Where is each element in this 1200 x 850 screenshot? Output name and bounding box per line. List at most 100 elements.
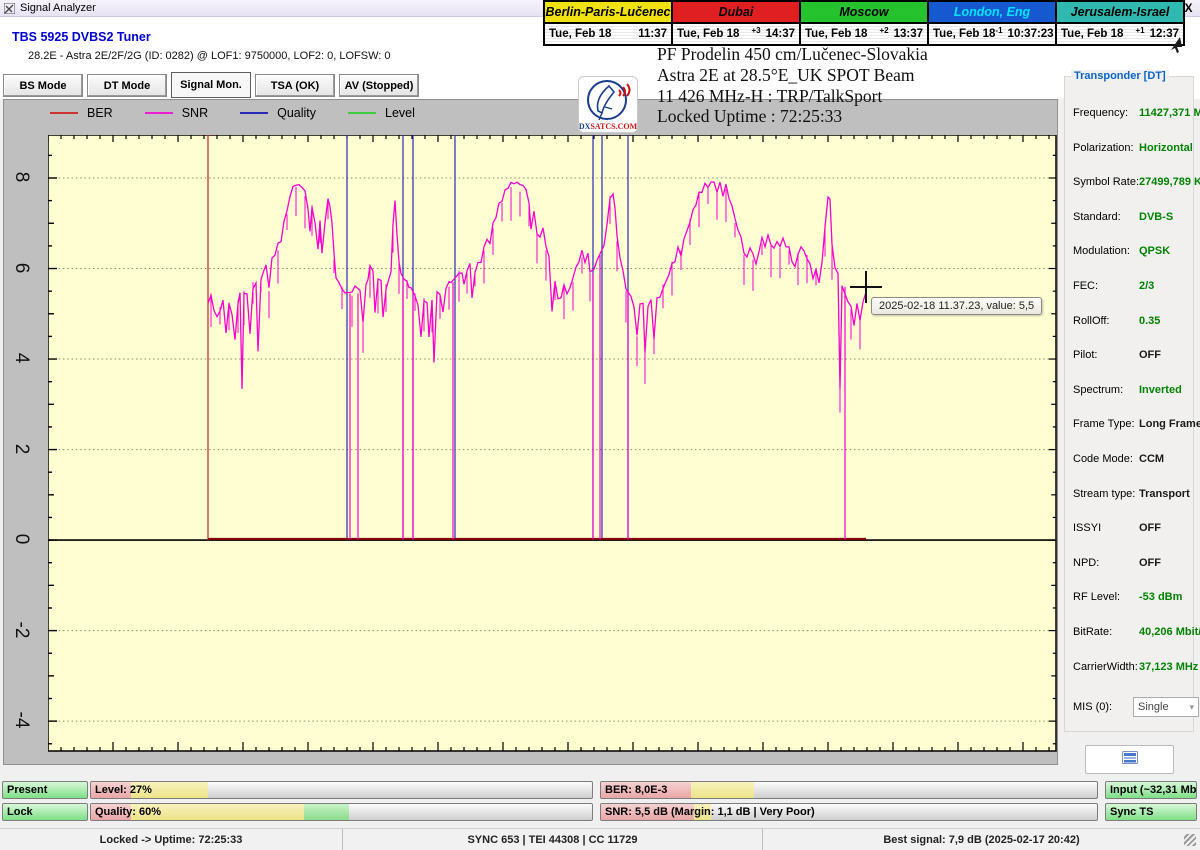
mode-tabs: BS ModeDT ModeSignal Mon.TSA (OK)AV (Sto… xyxy=(3,74,419,98)
field-label: Frequency: xyxy=(1073,107,1128,119)
legend-item-quality: Quality xyxy=(240,106,316,120)
clock-time-row: Tue, Feb 18+213:37 xyxy=(801,24,927,44)
resize-grip-icon[interactable] xyxy=(1184,834,1196,846)
field-value: Inverted xyxy=(1139,384,1182,396)
y-axis-tick-label: 2 xyxy=(10,434,32,464)
transponder-row-fec-: FEC: 2/3 xyxy=(1073,280,1189,293)
field-label: FEC: xyxy=(1073,280,1098,292)
present-indicator: Present xyxy=(2,781,88,799)
tab-bs-mode[interactable]: BS Mode xyxy=(3,74,83,97)
field-label: Pilot: xyxy=(1073,349,1097,361)
field-value: DVB-S xyxy=(1139,211,1173,223)
legend-swatch xyxy=(145,112,173,114)
level-bar: Level: 27% xyxy=(90,781,593,799)
field-label: Stream type: xyxy=(1073,488,1135,500)
field-value: OFF xyxy=(1139,557,1161,569)
field-label: RollOff: xyxy=(1073,315,1109,327)
clock-time-row: Tue, Feb 18+112:37 xyxy=(1057,24,1183,44)
quality-bar: Quality: 60% xyxy=(90,803,593,821)
stream-list-button[interactable] xyxy=(1085,745,1174,774)
clock-time-row: Tue, Feb 1811:37 xyxy=(545,24,671,44)
lock-indicator: Lock xyxy=(2,803,88,821)
tuner-subtitle: 28.2E - Astra 2E/2F/2G (ID: 0282) @ LOF1… xyxy=(28,50,391,62)
clock-utc-offset: +2 xyxy=(879,26,888,35)
signal-chart-panel: BERSNRQualityLevel 86420-2-4 xyxy=(3,99,1058,765)
clock-date: Tue, Feb 18 xyxy=(933,28,995,40)
transponder-panel: Transponder [DT] Frequency:11427,371 MHz… xyxy=(1064,76,1194,732)
transponder-row-bitrate-: BitRate:40,206 Mbit/s xyxy=(1073,626,1189,639)
status-bar: Locked -> Uptime: 72:25:33SYNC 653 | TEI… xyxy=(0,828,1200,850)
field-label: BitRate: xyxy=(1073,626,1112,638)
clock-dubai: Dubai Tue, Feb 18 +3 14:37 xyxy=(671,2,799,44)
y-axis-tick-label: -2 xyxy=(10,615,32,645)
transponder-row-stream-type-: Stream type:Transport xyxy=(1073,488,1189,501)
bar-label: BER: 8,0E-3 xyxy=(605,784,667,796)
transponder-row-issyi: ISSYIOFF xyxy=(1073,522,1189,535)
field-value: 40,206 Mbit/s xyxy=(1139,626,1200,638)
legend-label: SNR xyxy=(182,106,208,120)
clock-date: Tue, Feb 18 xyxy=(1061,28,1123,40)
field-label: NPD: xyxy=(1073,557,1099,569)
tab-signal-mon-[interactable]: Signal Mon. xyxy=(171,72,251,98)
clock-date: Tue, Feb 18 xyxy=(677,28,739,40)
legend-item-level: Level xyxy=(348,106,415,120)
clock-time-row: Tue, Feb 18 +3 14:37 xyxy=(673,24,799,44)
clock-jerusalem-israel: Jerusalem-IsraelTue, Feb 18+112:37 xyxy=(1055,2,1183,44)
mis-row: MIS (0): Single ▾ xyxy=(1073,701,1189,714)
field-label: Modulation: xyxy=(1073,245,1130,257)
close-icon[interactable]: X xyxy=(1181,1,1196,15)
transponder-row-pilot-: Pilot: OFF xyxy=(1073,349,1189,362)
field-label: Frame Type: xyxy=(1073,418,1135,430)
field-value: 0.35 xyxy=(1139,315,1160,327)
transponder-row-standard-: Standard:DVB-S xyxy=(1073,211,1189,224)
tuner-title: TBS 5925 DVBS2 Tuner xyxy=(12,30,151,44)
field-label: CarrierWidth: xyxy=(1073,661,1138,673)
transponder-row-carrierwidth-: CarrierWidth:37,123 MHz xyxy=(1073,661,1189,674)
field-label: RF Level: xyxy=(1073,591,1120,603)
tab-dt-mode[interactable]: DT Mode xyxy=(87,74,167,97)
clock-city-label: Dubai xyxy=(673,2,799,24)
clock-utc-offset: +3 xyxy=(751,26,760,35)
field-label: ISSYI xyxy=(1073,522,1101,534)
app-icon xyxy=(4,3,15,14)
legend-swatch xyxy=(348,112,376,114)
annotation-caption: PF Prodelin 450 cm/Lučenec-Slovakia Astr… xyxy=(657,44,928,127)
clock-city-label: London, Eng xyxy=(929,2,1055,24)
dxsatcs-logo: DXSATCS.COM xyxy=(578,76,638,138)
legend-item-ber: BER xyxy=(50,106,113,120)
mis-dropdown[interactable]: Single ▾ xyxy=(1133,697,1199,717)
transponder-row-modulation-: Modulation:QPSK xyxy=(1073,245,1189,258)
world-clocks-widget[interactable]: Berlin-Paris-LučenecTue, Feb 1811:37Duba… xyxy=(543,0,1185,46)
y-axis-tick-label: 0 xyxy=(10,524,32,554)
tab-tsa-ok-[interactable]: TSA (OK) xyxy=(255,74,335,97)
tab-av-stopped-[interactable]: AV (Stopped) xyxy=(339,74,419,97)
clock-time: 11:37 xyxy=(638,28,667,40)
bar-label: Sync TS xyxy=(1110,806,1153,818)
statusbar-section-1: SYNC 653 | TEI 44308 | CC 11729 xyxy=(343,829,763,850)
clock-city-label: Jerusalem-Israel xyxy=(1057,2,1183,24)
legend-label: Quality xyxy=(277,106,316,120)
field-value: OFF xyxy=(1139,349,1161,361)
y-axis-tick-label: 4 xyxy=(10,343,32,373)
snr-bar: SNR: 5,5 dB (Margin: 1,1 dB | Very Poor) xyxy=(600,803,1098,821)
svg-text:DXSATCS.COM: DXSATCS.COM xyxy=(579,122,638,131)
field-value: 2/3 xyxy=(1139,280,1154,292)
field-value: CCM xyxy=(1139,453,1164,465)
transponder-panel-title: Transponder [DT] xyxy=(1071,70,1169,82)
field-label: Code Mode: xyxy=(1073,453,1133,465)
chart-legend: BER SNR Quality Level xyxy=(50,106,415,120)
bar-label: Lock xyxy=(7,806,33,818)
statusbar-section-2: Best signal: 7,9 dB (2025-02-17 20:42) xyxy=(763,829,1200,850)
transponder-row-npd-: NPD: OFF xyxy=(1073,557,1189,570)
field-value: Long Frame xyxy=(1139,418,1200,430)
transponder-row-rolloff-: RollOff: 0.35 xyxy=(1073,315,1189,328)
y-axis-tick-label: 8 xyxy=(10,162,32,192)
clock-time: 14:37 xyxy=(766,28,795,40)
input-indicator: Input (~32,31 Mbps) xyxy=(1105,781,1197,799)
y-axis-tick-label: 6 xyxy=(10,253,32,283)
ber-bar: BER: 8,0E-3 xyxy=(600,781,1098,799)
signal-chart-plot[interactable] xyxy=(48,135,1058,753)
transponder-row-code-mode-: Code Mode: CCM xyxy=(1073,453,1189,466)
transponder-row-rf-level-: RF Level:-53 dBm xyxy=(1073,591,1189,604)
stream-list-icon xyxy=(1122,751,1138,769)
